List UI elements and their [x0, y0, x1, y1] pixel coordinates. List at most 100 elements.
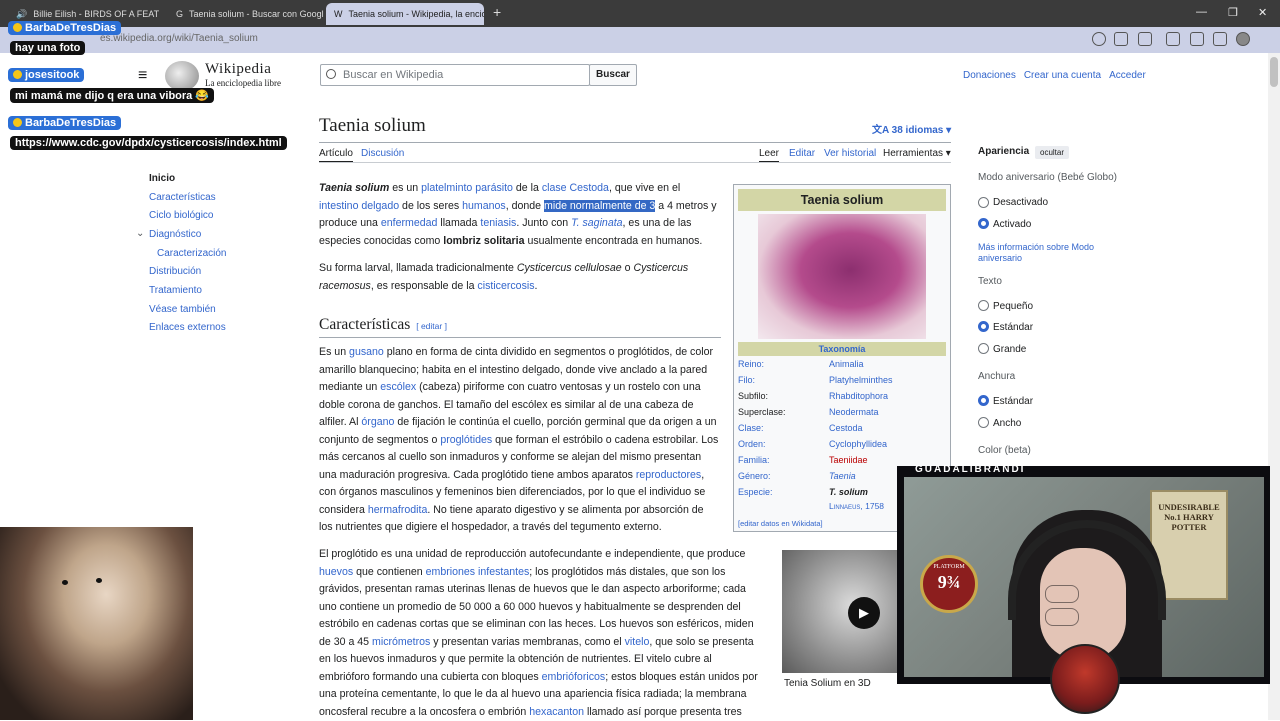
tab-edit[interactable]: Editar [789, 148, 815, 159]
link-gusano[interactable]: gusano [349, 346, 384, 358]
close-icon[interactable]: ✕ [165, 9, 166, 20]
link-hexacanton[interactable]: hexacanton [529, 706, 584, 718]
toc-item-ciclo[interactable]: Ciclo biológico [149, 210, 213, 221]
radio-enabled[interactable] [978, 218, 989, 229]
larval-paragraph: Su forma larval, llamada tradicionalment… [319, 260, 719, 295]
rank-value[interactable]: Platyhelminthes [829, 375, 893, 385]
rank-value[interactable]: Taeniidae [829, 455, 868, 465]
toc-item-distribucion[interactable]: Distribución [149, 266, 201, 277]
radio-large[interactable] [978, 343, 989, 354]
maximize-button[interactable]: ❐ [1228, 6, 1238, 19]
create-account-link[interactable]: Crear una cuenta [1024, 70, 1101, 81]
tab-article[interactable]: Artículo [319, 148, 353, 163]
scrollbar-thumb[interactable] [1270, 57, 1278, 87]
tab-google[interactable]: G Taenia solium - Buscar con Google ✕ [168, 3, 324, 25]
toc-item-vease[interactable]: Véase también [149, 304, 216, 315]
link-saginata[interactable]: T. saginata [571, 217, 622, 229]
rank-label[interactable]: Familia: [738, 455, 770, 465]
link-vitelo[interactable]: vitelo [625, 636, 650, 648]
rank-label[interactable]: Reino: [738, 359, 764, 369]
profile-avatar[interactable] [1236, 32, 1250, 46]
toc-item-caracteristicas[interactable]: Características [149, 192, 216, 203]
login-link[interactable]: Acceder [1109, 70, 1146, 81]
link-humanos[interactable]: humanos [462, 200, 506, 212]
link-hermafrodita[interactable]: hermafrodita [368, 504, 427, 516]
new-tab-button[interactable]: + [493, 4, 501, 20]
link-cisticercosis[interactable]: cisticercosis [477, 280, 534, 292]
rank-label[interactable]: Género: [738, 471, 771, 481]
rank-value[interactable]: Cyclophyllidea [829, 439, 887, 449]
menu-icon[interactable]: ≡ [138, 67, 147, 85]
link-proglotides[interactable]: proglótides [440, 434, 492, 446]
link-cestoda[interactable]: clase Cestoda [542, 182, 609, 194]
wikipedia-wordmark[interactable]: Wikipedia [205, 61, 271, 78]
rank-value[interactable]: Neodermata [829, 407, 879, 417]
toc-item-enlaces[interactable]: Enlaces externos [149, 322, 226, 333]
link-micrometros[interactable]: micrómetros [372, 636, 430, 648]
extensions-icon[interactable] [1138, 32, 1152, 46]
chat-message: hay una foto [10, 41, 86, 55]
specimen-image[interactable] [758, 214, 926, 339]
close-window-button[interactable]: ✕ [1258, 6, 1267, 19]
radio-width-wide[interactable] [978, 417, 989, 428]
toc-item-diagnostico[interactable]: Diagnóstico [149, 229, 201, 240]
taxonomy-link[interactable]: Taxonomía [738, 342, 946, 356]
rank-label[interactable]: Especie: [738, 487, 773, 497]
chat-message: mi mamá me dijo q era una vibora 😂 [10, 88, 215, 103]
rank-label[interactable]: Orden: [738, 439, 766, 449]
video-thumbnail[interactable] [782, 550, 900, 673]
toc-item-caracterizacion[interactable]: Caracterización [157, 248, 226, 259]
language-button[interactable]: 文A 38 idiomas ▾ [872, 121, 951, 136]
option-label: Desactivado [993, 197, 1049, 208]
selected-text[interactable]: mide normalmente de 3 [544, 199, 656, 212]
radio-disabled[interactable] [978, 197, 989, 208]
tab-history[interactable]: Ver historial [824, 148, 876, 159]
donate-link[interactable]: Donaciones [963, 70, 1016, 81]
tab-tools[interactable]: Herramientas ▾ [883, 148, 951, 159]
option-label: Estándar [993, 322, 1034, 333]
favorites-bar-icon[interactable] [1190, 32, 1204, 46]
rank-label[interactable]: Clase: [738, 423, 764, 433]
tab-read[interactable]: Leer [759, 148, 780, 163]
toc-item-inicio[interactable]: Inicio [149, 173, 175, 184]
rank-label[interactable]: Filo: [738, 375, 755, 385]
taxon-row: Filo: Platyhelminthes [738, 375, 946, 391]
rank-value[interactable]: Cestoda [829, 423, 863, 433]
link-platelminto[interactable]: platelminto parásito [421, 182, 513, 194]
search-input[interactable]: Buscar en Wikipedia [320, 64, 590, 86]
radio-width-standard[interactable] [978, 395, 989, 406]
edit-section-link[interactable]: [ editar ] [416, 321, 447, 331]
search-button[interactable]: Buscar [589, 64, 637, 86]
tab-wikipedia[interactable]: W Taenia solium - Wikipedia, la encic ✕ [326, 3, 484, 25]
radio-standard[interactable] [978, 321, 989, 332]
link-teniasis[interactable]: teniasis [480, 217, 516, 229]
favorite-icon[interactable] [1114, 32, 1128, 46]
wikipedia-globe-logo[interactable] [165, 61, 199, 91]
glasses [1045, 585, 1123, 626]
link-intestino[interactable]: intestino delgado [319, 200, 399, 212]
link-enfermedad[interactable]: enfermedad [381, 217, 438, 229]
rank-value[interactable]: Rhabditophora [829, 391, 888, 401]
hide-button[interactable]: ocultar [1035, 146, 1070, 159]
link-huevos[interactable]: huevos [319, 566, 353, 578]
link-embrioforicos[interactable]: embrióforicos [542, 671, 606, 683]
link-reproductores[interactable]: reproductores [636, 469, 701, 481]
reader-icon[interactable] [1092, 32, 1106, 46]
more-info-link[interactable]: Más información sobre Modo aniversario [978, 242, 1113, 264]
url-field[interactable]: es.wikipedia.org/wiki/Taenia_solium [100, 33, 258, 44]
authority-link[interactable]: Linnaeus, 1758 [829, 501, 884, 511]
link-escolex[interactable]: escólex [380, 381, 416, 393]
link-embriones[interactable]: embriones infestantes [426, 566, 530, 578]
wikidata-edit-link[interactable]: [editar datos en Wikidata] [738, 519, 823, 528]
radio-small[interactable] [978, 300, 989, 311]
play-icon[interactable]: ▶ [848, 597, 880, 629]
link-organo[interactable]: órgano [361, 416, 394, 428]
toc-item-tratamiento[interactable]: Tratamiento [149, 285, 202, 296]
rank-value[interactable]: Animalia [829, 359, 864, 369]
split-screen-icon[interactable] [1166, 32, 1180, 46]
tab-talk[interactable]: Discusión [361, 148, 404, 159]
chevron-down-icon[interactable]: ⌄ [136, 228, 144, 239]
rank-value[interactable]: Taenia [829, 471, 856, 481]
shield-icon[interactable] [1213, 32, 1227, 46]
minimize-button[interactable]: — [1196, 6, 1207, 18]
